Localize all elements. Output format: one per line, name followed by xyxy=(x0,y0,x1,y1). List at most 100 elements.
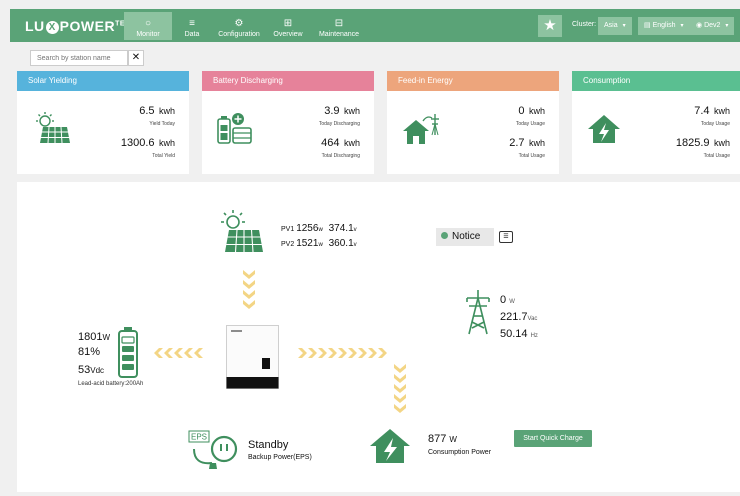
data-icon: ≡ xyxy=(189,18,195,29)
brand-logo[interactable]: LU X POWERTEK xyxy=(25,18,131,34)
notice-label: Notice xyxy=(452,231,481,242)
user-name: Dev2 xyxy=(704,22,721,29)
document-icon: ▤ xyxy=(644,22,653,29)
unit: kwh xyxy=(713,138,730,148)
cluster-label: Cluster: xyxy=(572,21,597,28)
battery-power: 1801 xyxy=(78,331,103,343)
cluster-value: Asia xyxy=(604,22,618,29)
pv1-label: PV1 xyxy=(281,226,295,233)
label: Total Usage xyxy=(518,153,545,159)
maintenance-icon: ⊟ xyxy=(334,18,344,29)
battery-icon xyxy=(217,113,252,144)
main-nav: ○ Monitor ≡ Data ⚙ Configuration ⊞ Overv… xyxy=(124,12,368,40)
battery-total: 464 kwh Total Discharging xyxy=(321,133,360,159)
nav-monitor[interactable]: ○ Monitor xyxy=(124,12,172,40)
user-menu[interactable]: ◉ Dev2 ▾ xyxy=(690,17,735,35)
battery-type-label: Lead-acid battery: xyxy=(78,381,127,387)
battery-power-unit: W xyxy=(102,333,111,342)
card-title: Feed-in Energy xyxy=(387,71,559,91)
nav-monitor-label: Monitor xyxy=(136,31,160,38)
v-unit: v xyxy=(353,242,357,248)
clear-search-button[interactable]: ✕ xyxy=(128,50,144,66)
label: Today Usage xyxy=(515,121,545,127)
unit: kwh xyxy=(528,138,545,148)
solar-today: 6.5 kwh Yield Today xyxy=(139,101,175,127)
value: 7.4 xyxy=(694,105,710,117)
consumption-power: 877 W xyxy=(428,433,457,445)
chevron-down-icon: ▾ xyxy=(725,23,729,29)
value: 0 xyxy=(518,105,525,117)
consumption-label: Consumption Power xyxy=(428,449,492,456)
pv2-label: PV2 xyxy=(281,241,295,248)
brand-x: X xyxy=(45,21,59,34)
card-title: Consumption xyxy=(572,71,740,91)
nav-maintenance[interactable]: ⊟ Maintenance xyxy=(310,12,368,40)
grid-power: 0 xyxy=(500,294,507,306)
house-lightning-icon xyxy=(370,429,410,463)
nav-overview[interactable]: ⊞ Overview xyxy=(266,12,310,40)
label: Yield Today xyxy=(149,121,175,127)
eps-status: Standby xyxy=(248,439,289,451)
value: 6.5 xyxy=(139,105,155,117)
label: Total Discharging xyxy=(321,153,360,159)
nav-configuration-label: Configuration xyxy=(218,31,260,38)
pv1-voltage: 374.1 xyxy=(328,223,354,234)
battery-readings: 1801W 81% 53Vdc xyxy=(78,330,110,378)
card-feed-in-energy: Feed-in Energy 0 kwh Today Usage 2.7 kwh… xyxy=(387,71,559,174)
brand-left: LU xyxy=(25,18,45,34)
pv1-row: PV1 1256w 374.1v xyxy=(281,222,357,237)
user-icon: ◉ xyxy=(696,22,705,29)
language-value: English xyxy=(652,22,676,29)
start-quick-charge-button[interactable]: Start Quick Charge xyxy=(514,430,592,447)
battery-soc: 81% xyxy=(78,346,101,358)
label: Today Discharging xyxy=(318,121,360,127)
grid-frequency: 50.14 xyxy=(500,328,528,340)
grid-readings: 0 W 221.7Vac 50.14 Hz xyxy=(500,293,538,344)
monitor-icon: ○ xyxy=(144,18,152,29)
consumption-unit: W xyxy=(449,435,457,444)
unit: kwh xyxy=(343,138,360,148)
eps-socket-icon: EPS xyxy=(188,430,238,469)
battery-voltage-unit: Vdc xyxy=(90,366,105,375)
unit: kwh xyxy=(713,106,730,116)
pv2-voltage: 360.1 xyxy=(328,238,354,249)
value: 1825.9 xyxy=(675,137,710,149)
pv-readings: PV1 1256w 374.1v PV2 1521w 360.1v xyxy=(281,222,357,252)
brand-right: POWER xyxy=(59,18,116,34)
nav-configuration[interactable]: ⚙ Configuration xyxy=(212,12,266,40)
w-unit: w xyxy=(318,242,323,248)
notice-list-button[interactable]: ☰ xyxy=(499,231,513,243)
language-select[interactable]: ▤ English ▾ xyxy=(638,17,690,35)
battery-voltage: 53 xyxy=(78,364,91,376)
grid-voltage: 221.7 xyxy=(500,311,528,323)
label: Total Yield xyxy=(152,153,175,159)
station-search-input[interactable] xyxy=(30,50,128,66)
status-dot-icon xyxy=(441,232,448,239)
v-unit: v xyxy=(353,227,357,233)
nav-data[interactable]: ≡ Data xyxy=(172,12,212,40)
notice-indicator[interactable]: Notice xyxy=(436,228,494,246)
solar-panel-icon xyxy=(221,210,263,253)
card-title: Battery Discharging xyxy=(202,71,374,91)
cluster-select[interactable]: Asia ▾ xyxy=(598,17,632,35)
pv1-power: 1256 xyxy=(296,223,319,234)
battery-capacity: 200 xyxy=(126,381,137,387)
consumption-total: 1825.9 kwh Total Usage xyxy=(676,133,730,159)
card-title: Solar Yielding xyxy=(17,71,189,91)
w-unit: w xyxy=(318,227,323,233)
label: Today Usage xyxy=(700,121,730,127)
value: 2.7 xyxy=(509,137,525,149)
value: 1300.6 xyxy=(120,137,155,149)
grid-frequency-unit: Hz xyxy=(530,333,538,339)
inverter-icon[interactable] xyxy=(226,325,279,389)
card-solar-yielding: Solar Yielding 6.5 kwh Yield Today 1300.… xyxy=(17,71,189,174)
solar-panel-icon xyxy=(36,112,70,144)
unit: kwh xyxy=(528,106,545,116)
house-lightning-icon xyxy=(588,115,620,143)
favorite-star-button[interactable]: ★ xyxy=(538,15,562,37)
unit: kwh xyxy=(158,138,175,148)
nav-maintenance-label: Maintenance xyxy=(318,31,360,38)
house-grid-icon xyxy=(403,114,439,144)
top-bar: LU X POWERTEK ○ Monitor ≡ Data ⚙ Configura… xyxy=(10,9,740,42)
value: 3.9 xyxy=(324,105,340,117)
